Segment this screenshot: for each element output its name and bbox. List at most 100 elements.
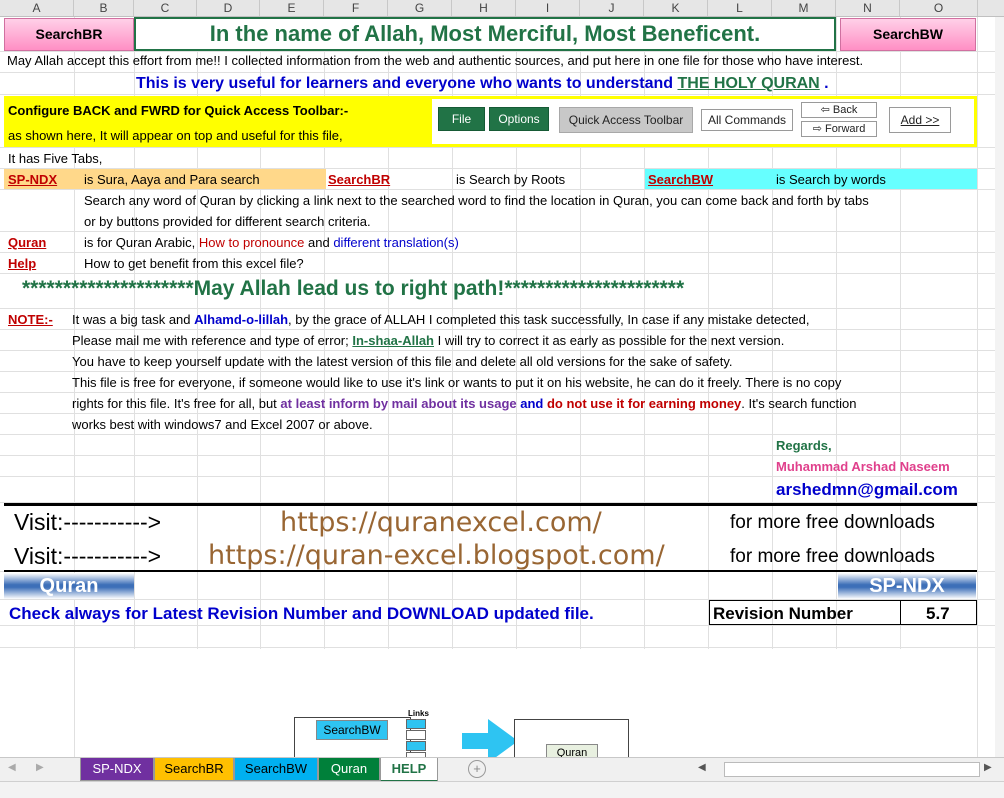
visit-url-1[interactable]: https://quranexcel.com/ xyxy=(280,507,602,538)
note-2a: Please mail me with reference and type o… xyxy=(72,333,353,348)
note-5b: at least inform by mail about its usage xyxy=(280,396,517,411)
vertical-scrollbar[interactable] xyxy=(995,17,1004,757)
useful-text: This is very useful for learners and eve… xyxy=(136,75,678,92)
diagram-links-label: Links xyxy=(408,709,429,718)
file-button[interactable]: File xyxy=(438,107,485,131)
divider-top xyxy=(4,503,977,506)
visit-suffix-2: for more free downloads xyxy=(730,546,935,567)
useful-line: This is very useful for learners and eve… xyxy=(136,75,829,93)
forward-arrow-icon: ⇨ xyxy=(812,123,825,135)
col-h[interactable]: H xyxy=(452,0,516,16)
email-link[interactable]: arshedmn@gmail.com xyxy=(776,480,958,500)
visit-label-1: Visit:-----------> xyxy=(14,509,162,535)
diagram-links-column xyxy=(406,719,426,757)
author-name: Muhammad Arshad Naseem xyxy=(776,459,950,474)
note-line-1: It was a big task and Alhamd-o-lillah, b… xyxy=(72,312,809,327)
back-arrow-icon: ⇦ xyxy=(820,104,833,116)
nav-spndx-button[interactable]: SP-NDX xyxy=(838,573,976,599)
col-c[interactable]: C xyxy=(134,0,197,16)
nav-quran-button[interactable]: Quran xyxy=(4,573,134,599)
quran-desc-4: different translation(s) xyxy=(333,235,459,250)
tab-searchbw[interactable]: SearchBW xyxy=(234,758,318,781)
note-line-3: You have to keep yourself update with th… xyxy=(72,354,733,369)
note-line-5: rights for this file. It's free for all,… xyxy=(72,396,857,411)
scroll-tabs-right-icon[interactable]: ▶ xyxy=(36,762,44,773)
col-j[interactable]: J xyxy=(580,0,644,16)
note-5c: and xyxy=(516,396,547,411)
quran-desc: is for Quran Arabic, How to pronounce an… xyxy=(84,235,459,250)
tab-help[interactable]: HELP xyxy=(380,758,438,783)
col-i[interactable]: I xyxy=(516,0,580,16)
horizontal-scrollbar[interactable] xyxy=(724,762,980,777)
help-link[interactable]: Help xyxy=(8,256,36,271)
hscroll-right-icon[interactable]: ▶ xyxy=(984,762,992,773)
options-button[interactable]: Options xyxy=(489,107,549,131)
diagram-searchbw-button: SearchBW xyxy=(316,720,388,740)
diagram-quran-button: Quran xyxy=(546,744,598,757)
five-tabs-text: It has Five Tabs, xyxy=(8,151,103,166)
regards-text: Regards, xyxy=(776,438,832,453)
col-b[interactable]: B xyxy=(74,0,134,16)
searchbw-desc: is Search by words xyxy=(776,172,886,187)
forward-button[interactable]: ⇨ Forward xyxy=(801,121,877,137)
col-m[interactable]: M xyxy=(772,0,836,16)
revision-value: 5.7 xyxy=(926,604,950,623)
divider-bottom xyxy=(4,570,977,572)
note-label: NOTE:- xyxy=(8,312,53,327)
quran-desc-2: How to pronounce xyxy=(198,235,305,250)
holy-quran-link[interactable]: THE HOLY QURAN xyxy=(677,75,819,92)
note-line-2: Please mail me with reference and type o… xyxy=(72,333,784,348)
note-line-6: works best with windows7 and Excel 2007 … xyxy=(72,417,373,432)
configure-subtitle: as shown here, It will appear on top and… xyxy=(8,128,343,143)
quran-desc-3: and xyxy=(304,235,334,250)
col-n[interactable]: N xyxy=(836,0,900,16)
quran-desc-1: is for Quran Arabic, xyxy=(84,235,199,250)
searchbr-button[interactable]: SearchBR xyxy=(4,18,134,51)
worksheet-grid[interactable]: SearchBR In the name of Allah, Most Merc… xyxy=(0,17,1000,757)
back-label: Back xyxy=(832,104,858,116)
visit-url-2[interactable]: https://quran-excel.blogspot.com/ xyxy=(208,540,665,571)
title-banner: In the name of Allah, Most Merciful, Mos… xyxy=(134,17,836,51)
col-f[interactable]: F xyxy=(324,0,388,16)
add-sheet-icon[interactable]: + xyxy=(468,760,486,778)
searchbr-link[interactable]: SearchBR xyxy=(328,172,390,187)
banner-text: *********************May Allah lead us t… xyxy=(22,277,685,300)
useful-end: . xyxy=(819,75,829,92)
searchbr-desc: is Search by Roots xyxy=(456,172,566,187)
quick-access-toolbar-button[interactable]: Quick Access Toolbar xyxy=(559,107,693,133)
col-g[interactable]: G xyxy=(388,0,452,16)
scroll-tabs-left-icon[interactable]: ◀ xyxy=(8,762,16,773)
revision-label: Revision Number xyxy=(713,604,853,623)
searchbw-button[interactable]: SearchBW xyxy=(840,18,976,51)
note-2b: In-shaa-Allah xyxy=(352,333,434,348)
note-line-4: This file is free for everyone, if someo… xyxy=(72,375,842,390)
back-button[interactable]: ⇦ Back xyxy=(801,102,877,118)
all-commands-button[interactable]: All Commands xyxy=(701,109,793,131)
quran-link[interactable]: Quran xyxy=(8,235,46,250)
col-a[interactable]: A xyxy=(0,0,74,16)
column-header-bar: A B C D E F G H I J K L M N O xyxy=(0,0,1004,17)
col-e[interactable]: E xyxy=(260,0,324,16)
note-1b: Alhamd-o-lillah xyxy=(194,312,289,327)
add-button[interactable]: Add >> xyxy=(889,107,951,133)
visit-label-2: Visit:-----------> xyxy=(14,543,162,569)
col-l[interactable]: L xyxy=(708,0,772,16)
col-d[interactable]: D xyxy=(197,0,260,16)
note-1a: It was a big task and xyxy=(72,312,195,327)
spndx-link[interactable]: SP-NDX xyxy=(8,172,57,187)
tab-searchbr[interactable]: SearchBR xyxy=(154,758,234,781)
note-5e: . It's search function xyxy=(741,396,857,411)
col-o[interactable]: O xyxy=(900,0,978,16)
col-k[interactable]: K xyxy=(644,0,708,16)
searchbw-link[interactable]: SearchBW xyxy=(648,172,713,187)
check-line: Check always for Latest Revision Number … xyxy=(9,604,594,623)
note-5d: do not use it for earning money xyxy=(546,396,742,411)
search-line-1: Search any word of Quran by clicking a l… xyxy=(84,193,869,208)
tab-sp-ndx[interactable]: SP-NDX xyxy=(80,758,154,781)
page-title: In the name of Allah, Most Merciful, Mos… xyxy=(209,21,761,46)
spndx-desc: is Sura, Aaya and Para search xyxy=(84,172,260,187)
status-bar xyxy=(0,781,1004,798)
hscroll-left-icon[interactable]: ◀ xyxy=(698,762,706,773)
tab-quran[interactable]: Quran xyxy=(318,758,380,781)
note-5a: rights for this file. It's free for all,… xyxy=(72,396,281,411)
